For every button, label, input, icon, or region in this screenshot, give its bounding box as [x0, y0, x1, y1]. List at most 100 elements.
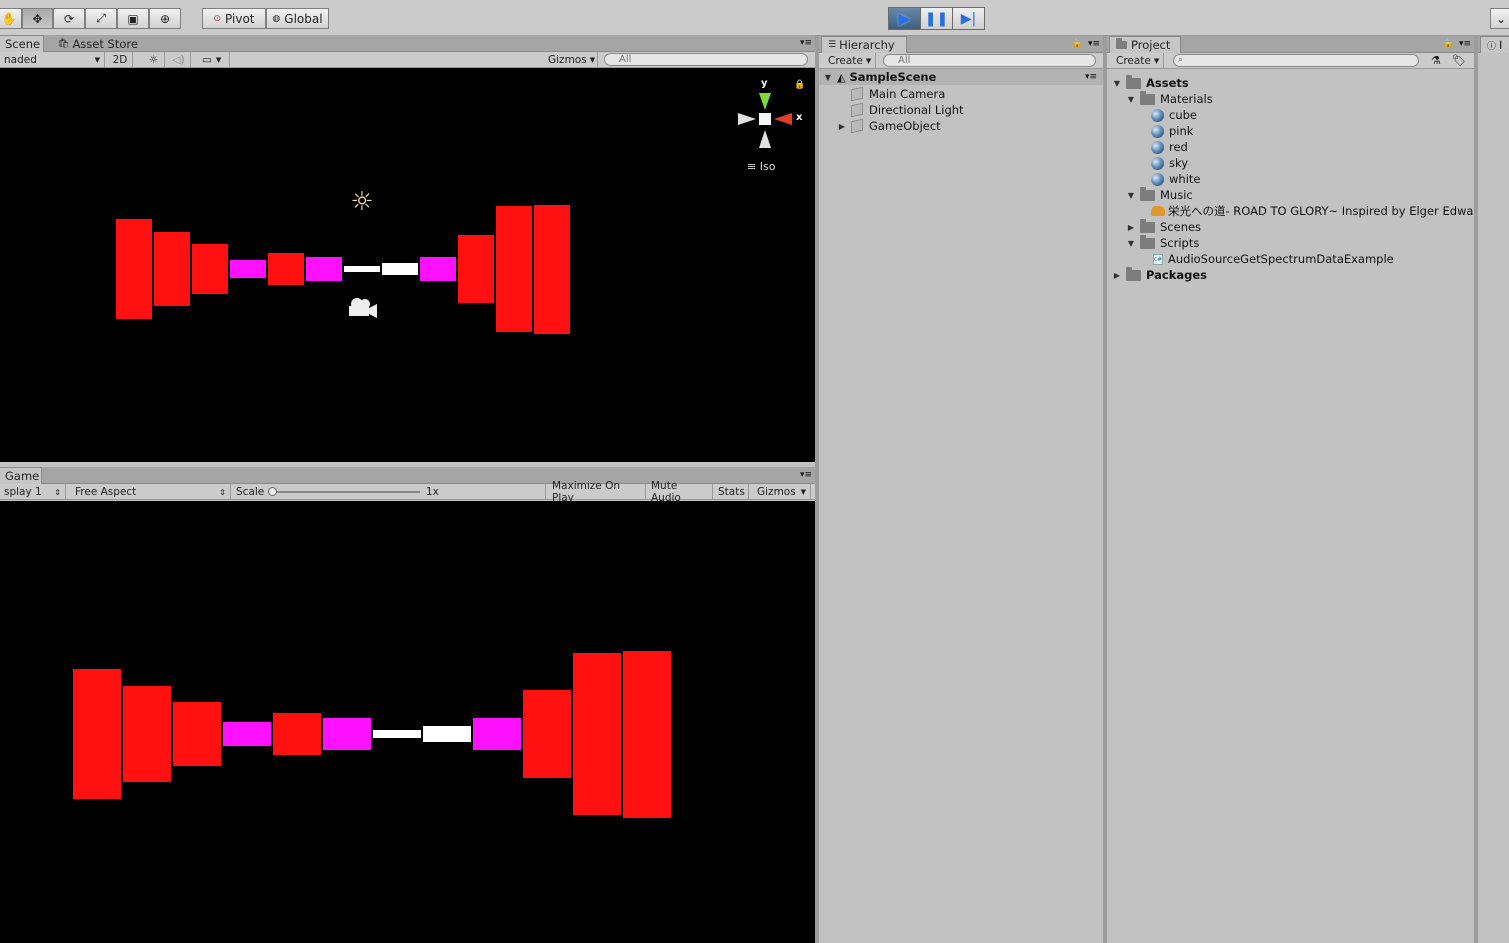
filter-type-icon[interactable]: ⚗ — [1431, 54, 1441, 67]
tab-asset-store[interactable]: 🛍 Asset Store — [52, 35, 144, 52]
tab-project[interactable]: Project — [1109, 36, 1181, 53]
hierarchy-create-dropdown[interactable]: Create ▼ — [824, 53, 876, 69]
pause-button[interactable]: ❚❚ — [920, 7, 953, 30]
project-folder-scenes[interactable]: ▶ Scenes — [1125, 218, 1201, 235]
global-toggle[interactable]: ◍ Global — [266, 8, 329, 29]
hierarchy-search-input[interactable]: All — [883, 54, 1096, 67]
expand-arrow-icon[interactable]: ▼ — [1111, 77, 1123, 89]
spectrum-bar[interactable] — [268, 252, 304, 286]
shading-mode-dropdown[interactable]: naded ▼ — [0, 52, 105, 68]
aspect-dropdown[interactable]: Free Aspect ⇕ — [71, 484, 231, 500]
spectrum-bar[interactable] — [192, 244, 228, 294]
spectrum-bar[interactable] — [230, 259, 266, 279]
spectrum-bar[interactable] — [496, 206, 532, 332]
spectrum-bar[interactable] — [344, 265, 380, 273]
play-button[interactable]: ▶ — [888, 7, 921, 30]
orientation-gizmo[interactable]: y x 🔒 ≡ Iso — [736, 78, 810, 173]
scale-slider[interactable]: Scale 1x — [232, 484, 546, 500]
scene-root-row[interactable]: ▼ ◭ SampleScene ▾≡ — [819, 69, 1103, 85]
spectrum-bar[interactable] — [623, 650, 671, 818]
lock-icon[interactable]: 🔒 — [1072, 39, 1083, 49]
hierarchy-item-directional-light[interactable]: Directional Light — [851, 102, 964, 118]
game-gizmos-dropdown[interactable]: Gizmos ▼ — [753, 484, 811, 500]
spectrum-bar[interactable] — [458, 234, 494, 304]
project-material-cube[interactable]: cube — [1151, 107, 1197, 123]
panel-menu-icon[interactable]: ▾≡ — [800, 38, 812, 48]
step-button[interactable]: ▶| — [952, 7, 985, 30]
slider-thumb[interactable] — [268, 487, 277, 496]
expand-arrow-icon[interactable]: ▼ — [1125, 189, 1137, 201]
pivot-toggle[interactable]: ⊙ Pivot — [202, 8, 266, 29]
project-folder-scripts[interactable]: ▼ Scripts — [1125, 234, 1199, 251]
project-script-file[interactable]: c# AudioSourceGetSpectrumDataExample — [1153, 251, 1394, 267]
slider-track[interactable] — [272, 491, 420, 493]
lighting-toggle[interactable]: ☼ — [143, 52, 165, 68]
spectrum-bar[interactable] — [573, 653, 621, 815]
light-gizmo-icon[interactable]: ☼ — [349, 187, 375, 217]
project-audio-file[interactable]: 栄光への道- ROAD TO GLORY~ Inspired by Elger … — [1151, 203, 1473, 219]
game-viewport[interactable] — [0, 501, 815, 943]
expand-arrow-icon[interactable]: ▼ — [1125, 237, 1137, 249]
move-tool-button[interactable]: ✥ — [22, 8, 53, 29]
scene-viewport[interactable]: ☼ y x 🔒 ≡ Iso — [0, 68, 815, 462]
project-material-white[interactable]: white — [1151, 171, 1200, 187]
maximize-on-play-toggle[interactable]: Maximize On Play — [548, 480, 646, 504]
hierarchy-item-main-camera[interactable]: Main Camera — [851, 86, 945, 102]
spectrum-bar[interactable] — [534, 204, 570, 334]
project-folder-assets[interactable]: ▼ Assets — [1111, 74, 1189, 91]
project-search-input[interactable]: ⌕ — [1173, 54, 1419, 67]
spectrum-bar[interactable] — [223, 722, 271, 746]
spectrum-bar[interactable] — [123, 685, 171, 783]
tab-game[interactable]: Game — [0, 467, 42, 484]
expand-arrow-icon[interactable]: ▶ — [1125, 221, 1137, 233]
spectrum-bar[interactable] — [73, 668, 121, 800]
spectrum-bar[interactable] — [423, 725, 471, 743]
collab-button[interactable]: ⌄ — [1490, 8, 1509, 29]
hand-tool-button[interactable]: ✋ — [0, 8, 22, 29]
rotate-tool-button[interactable]: ⟳ — [53, 8, 85, 29]
expand-arrow-icon[interactable]: ▶ — [836, 120, 848, 132]
spectrum-bar[interactable] — [273, 713, 321, 755]
spectrum-bar[interactable] — [306, 256, 342, 282]
spectrum-bar[interactable] — [154, 231, 190, 307]
stats-toggle[interactable]: Stats — [714, 484, 749, 500]
display-dropdown[interactable]: splay 1 ⇕ — [0, 484, 66, 500]
project-folder-packages[interactable]: ▶ Packages — [1111, 266, 1207, 283]
scene-gizmos-dropdown[interactable]: Gizmos ▼ — [544, 52, 598, 68]
expand-arrow-icon[interactable]: ▼ — [1125, 93, 1137, 105]
spectrum-bar[interactable] — [116, 218, 152, 320]
tab-inspector[interactable]: ⓘ I — [1480, 36, 1509, 53]
effects-dropdown[interactable]: ▭ ▼ — [198, 52, 230, 68]
mute-audio-toggle[interactable]: Mute Audio — [647, 480, 713, 504]
camera-gizmo-icon[interactable] — [346, 295, 378, 323]
spectrum-bar[interactable] — [373, 729, 421, 739]
spectrum-bar[interactable] — [420, 256, 456, 282]
project-folder-materials[interactable]: ▼ Materials — [1125, 90, 1213, 107]
expand-arrow-icon[interactable]: ▼ — [822, 71, 834, 83]
spectrum-bar[interactable] — [382, 262, 418, 276]
panel-menu-icon[interactable]: ▾≡ — [1459, 39, 1471, 49]
project-material-pink[interactable]: pink — [1151, 123, 1193, 139]
tab-scene[interactable]: Scene — [0, 35, 44, 52]
2d-toggle[interactable]: 2D — [108, 52, 133, 68]
expand-arrow-icon[interactable]: ▶ — [1111, 269, 1123, 281]
transform-tool-button[interactable]: ⊕ — [149, 8, 181, 29]
spectrum-bar[interactable] — [323, 718, 371, 750]
project-material-red[interactable]: red — [1151, 139, 1188, 155]
spectrum-bar[interactable] — [523, 689, 571, 779]
tab-hierarchy[interactable]: ☰ Hierarchy — [821, 36, 907, 53]
projection-toggle[interactable]: ≡ Iso — [747, 160, 775, 173]
scene-menu-icon[interactable]: ▾≡ — [1085, 72, 1097, 82]
hierarchy-item-gameobject[interactable]: ▶ GameObject — [836, 118, 941, 134]
spectrum-bar[interactable] — [473, 718, 521, 750]
rect-tool-button[interactable]: ▣ — [117, 8, 149, 29]
filter-label-icon[interactable]: 🏷 — [1452, 54, 1466, 67]
scene-search-input[interactable]: All — [604, 53, 808, 66]
panel-menu-icon[interactable]: ▾≡ — [800, 470, 812, 480]
audio-toggle[interactable]: ◁) — [167, 52, 191, 68]
project-material-sky[interactable]: sky — [1151, 155, 1188, 171]
panel-menu-icon[interactable]: ▾≡ — [1088, 39, 1100, 49]
project-folder-music[interactable]: ▼ Music — [1125, 186, 1193, 203]
spectrum-bar[interactable] — [173, 702, 221, 766]
scale-tool-button[interactable]: ⤢ — [85, 8, 117, 29]
